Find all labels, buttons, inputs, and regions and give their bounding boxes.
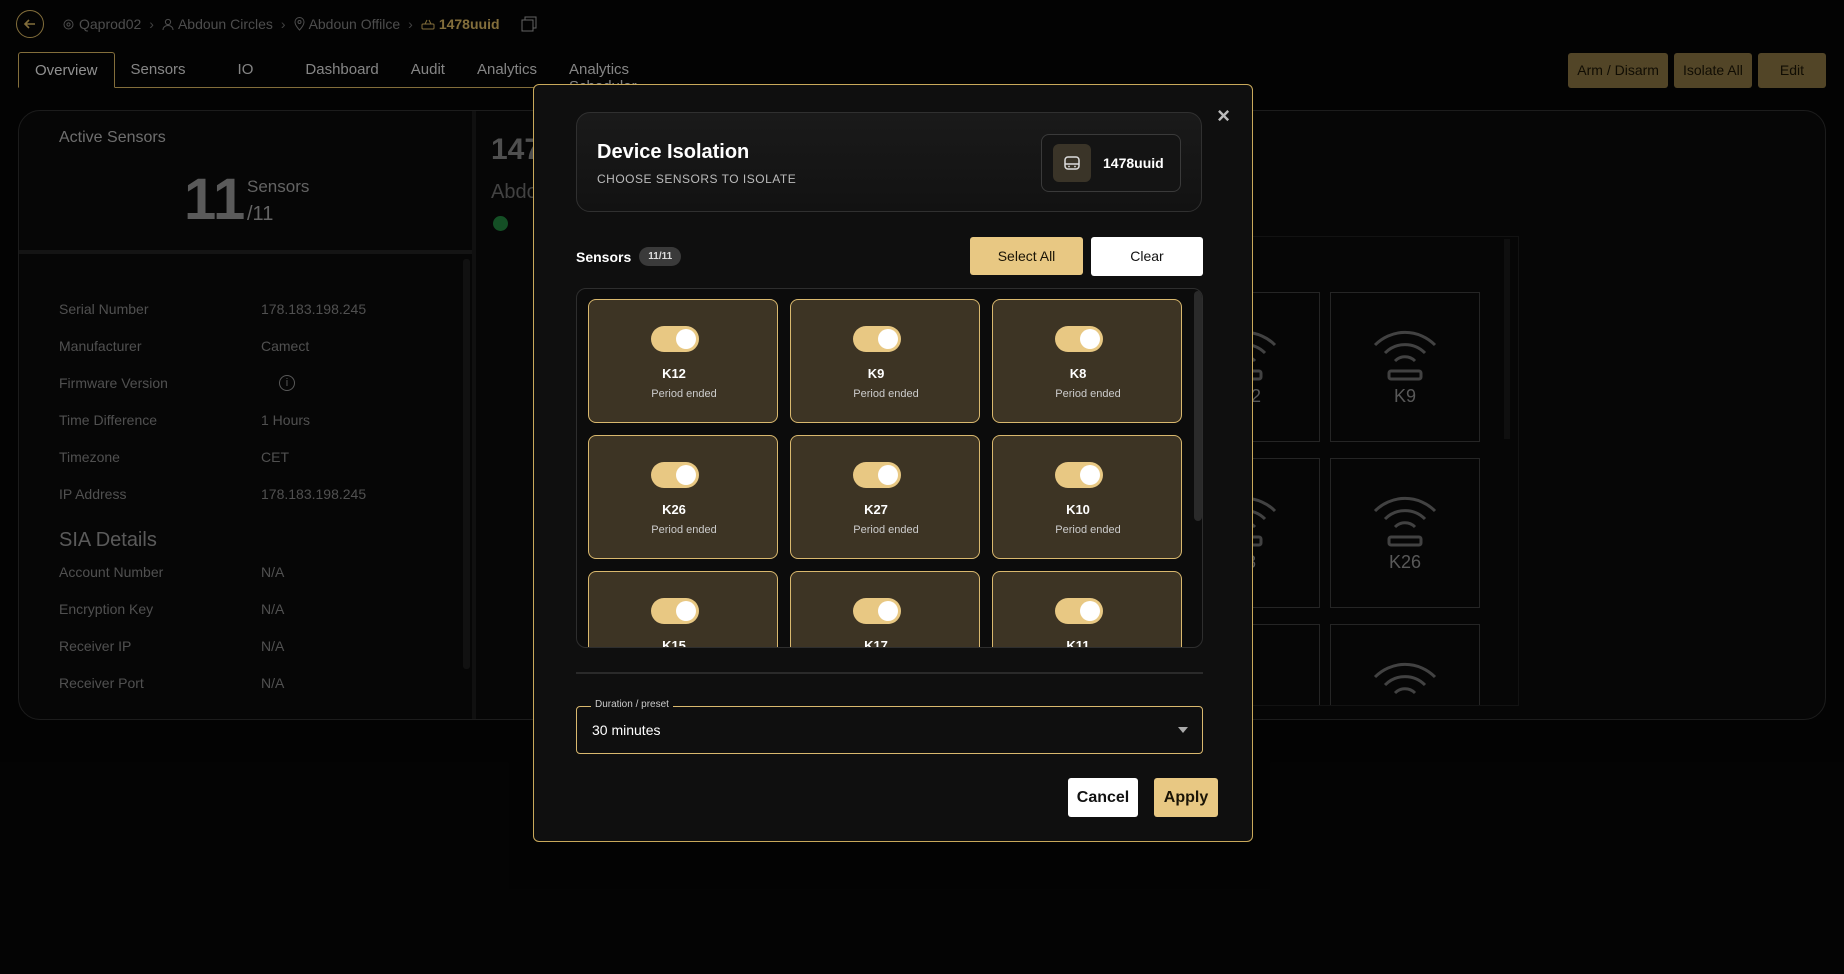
sensor-name: K15 (662, 638, 686, 648)
isolation-toggle[interactable] (651, 598, 699, 624)
toggle-knob (1080, 465, 1100, 485)
sensor-name: K11 (1066, 638, 1090, 648)
device-icon (1053, 144, 1091, 182)
device-isolation-modal: × Device Isolation CHOOSE SENSORS TO ISO… (533, 84, 1253, 842)
clear-button[interactable]: Clear (1091, 237, 1203, 276)
sensor-name: K26 (662, 502, 686, 517)
isolation-toggle[interactable] (853, 462, 901, 488)
sensor-status: Period ended (853, 524, 919, 536)
isolation-toggle[interactable] (1055, 598, 1103, 624)
sensor-tile[interactable]: K27 Period ended (790, 435, 980, 559)
sensor-name: K9 (867, 366, 885, 381)
sensors-header: Sensors 11/11 (576, 247, 682, 266)
device-chip: 1478uuid (1041, 134, 1181, 192)
sensor-tile[interactable]: K8 Period ended (992, 299, 1182, 423)
sensor-name: K8 (1069, 366, 1087, 381)
toggle-knob (1080, 329, 1100, 349)
duration-label: Duration / preset (591, 699, 673, 710)
sensors-label: Sensors (576, 248, 632, 265)
sensor-name: K10 (1066, 502, 1090, 517)
toggle-knob (878, 601, 898, 621)
duration-select[interactable]: Duration / preset 30 minutes (576, 699, 1203, 754)
sensors-count-badge: 11/11 (639, 247, 682, 266)
duration-value: 30 minutes (592, 722, 661, 738)
isolation-toggle[interactable] (853, 326, 901, 352)
sensor-grid-scrollbar[interactable] (1194, 289, 1202, 647)
modal-title: Device Isolation (597, 141, 750, 163)
sensor-tile[interactable]: K12 Period ended (588, 299, 778, 423)
sensor-name: K27 (864, 502, 888, 517)
select-all-button[interactable]: Select All (970, 237, 1083, 275)
close-button[interactable]: × (1217, 105, 1230, 127)
sensor-status: Period ended (651, 388, 717, 400)
toggle-knob (676, 329, 696, 349)
sensor-tile[interactable]: K17 (790, 571, 980, 648)
sensor-status: Period ended (1055, 388, 1121, 400)
isolation-toggle[interactable] (1055, 462, 1103, 488)
toggle-knob (676, 465, 696, 485)
isolation-toggle[interactable] (651, 326, 699, 352)
sensor-status: Period ended (651, 524, 717, 536)
sensor-tile[interactable]: K15 (588, 571, 778, 648)
toggle-knob (878, 329, 898, 349)
apply-button[interactable]: Apply (1154, 778, 1218, 817)
isolation-toggle[interactable] (1055, 326, 1103, 352)
modal-header-card: Device Isolation CHOOSE SENSORS TO ISOLA… (576, 112, 1202, 212)
toggle-knob (1080, 601, 1100, 621)
sensor-grid: K12 Period ended K9 Period ended K8 Period … (588, 299, 1182, 648)
page: Qaprod02 › Abdoun Circles › Abdoun Offil… (0, 0, 1844, 974)
device-name: 1478uuid (1103, 155, 1164, 171)
sensor-status: Period ended (1055, 524, 1121, 536)
sensor-tile[interactable]: K9 Period ended (790, 299, 980, 423)
sensor-tile[interactable]: K26 Period ended (588, 435, 778, 559)
sensor-name: K12 (662, 366, 686, 381)
toggle-knob (676, 601, 696, 621)
cancel-button[interactable]: Cancel (1068, 778, 1138, 817)
chevron-down-icon (1178, 727, 1188, 733)
sensor-status: Period ended (853, 388, 919, 400)
toggle-knob (878, 465, 898, 485)
isolation-toggle[interactable] (853, 598, 901, 624)
sensor-tile[interactable]: K11 (992, 571, 1182, 648)
sensor-name: K17 (864, 638, 888, 648)
divider (576, 672, 1203, 674)
isolation-toggle[interactable] (651, 462, 699, 488)
sensor-selection-grid: K12 Period ended K9 Period ended K8 Period … (576, 288, 1203, 648)
modal-subtitle: CHOOSE SENSORS TO ISOLATE (597, 172, 797, 186)
scrollbar-thumb[interactable] (1194, 291, 1202, 521)
sensor-tile[interactable]: K10 Period ended (992, 435, 1182, 559)
